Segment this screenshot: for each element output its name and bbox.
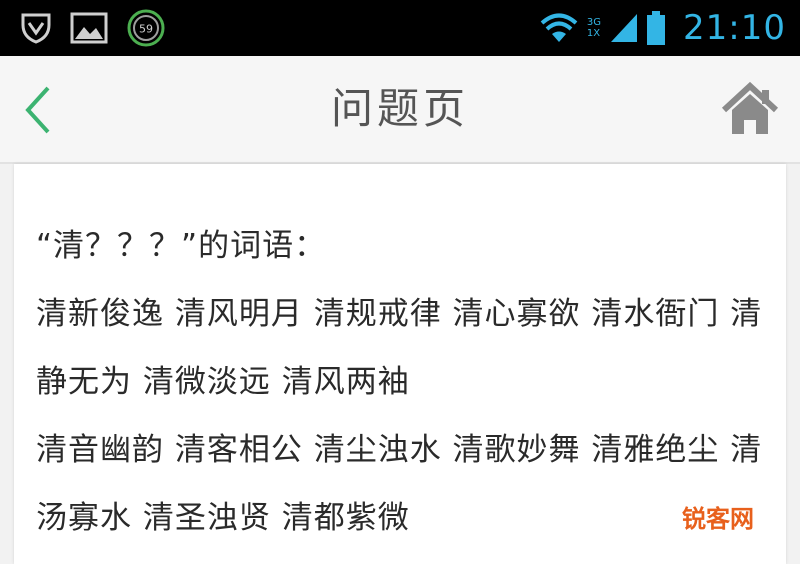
status-bar-left: 59 (20, 8, 166, 48)
image-icon (70, 12, 108, 44)
status-bar-right: 3G 1X 21:10 (539, 8, 786, 48)
network-type-top: 3G (586, 17, 602, 28)
network-type: 3G 1X (587, 17, 601, 39)
content-card: “清？？？”的词语： 清新俊逸 清风明月 清规戒律 清心寡欲 清水衙门 清静无为… (14, 164, 786, 564)
shield-icon (21, 13, 51, 44)
question-text: “清？？？”的词语： 清新俊逸 清风明月 清规戒律 清心寡欲 清水衙门 清静无为… (36, 228, 763, 536)
badge-icon: 59 (127, 9, 165, 47)
battery-icon (647, 11, 666, 45)
home-button[interactable] (720, 80, 780, 140)
watermark: 锐客网 (680, 499, 756, 534)
clock: 21:10 (683, 8, 786, 48)
back-button[interactable] (16, 84, 60, 136)
badge-count: 59 (139, 23, 153, 36)
network-type-bottom: 1X (586, 28, 601, 39)
chevron-left-icon (25, 86, 50, 134)
home-icon (721, 81, 779, 134)
title-bar: 问题页 (0, 56, 800, 164)
status-bar: 59 3G 1X 21:10 (0, 0, 800, 56)
wifi-icon (540, 13, 578, 42)
page-title: 问题页 (330, 84, 469, 133)
signal-icon (611, 14, 638, 42)
